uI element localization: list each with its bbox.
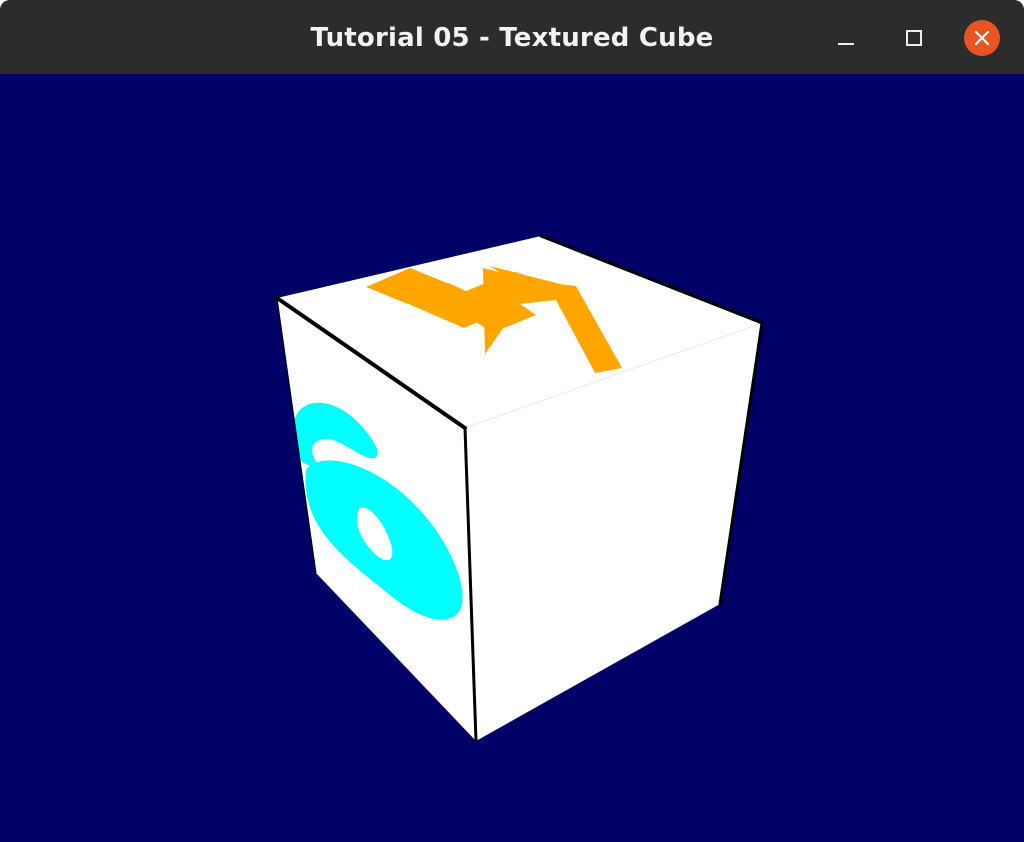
app-window: Tutorial 05 - Textured Cube	[0, 0, 1024, 842]
title-bar[interactable]: Tutorial 05 - Textured Cube	[0, 0, 1024, 74]
opengl-viewport[interactable]	[0, 74, 1024, 842]
close-button[interactable]	[964, 20, 1000, 56]
minimize-icon	[838, 43, 854, 45]
minimize-button[interactable]	[828, 20, 864, 56]
maximize-button[interactable]	[896, 20, 932, 56]
textured-cube-render	[275, 234, 764, 743]
maximize-icon	[906, 30, 922, 46]
window-title: Tutorial 05 - Textured Cube	[310, 23, 714, 53]
close-icon	[964, 20, 1000, 56]
